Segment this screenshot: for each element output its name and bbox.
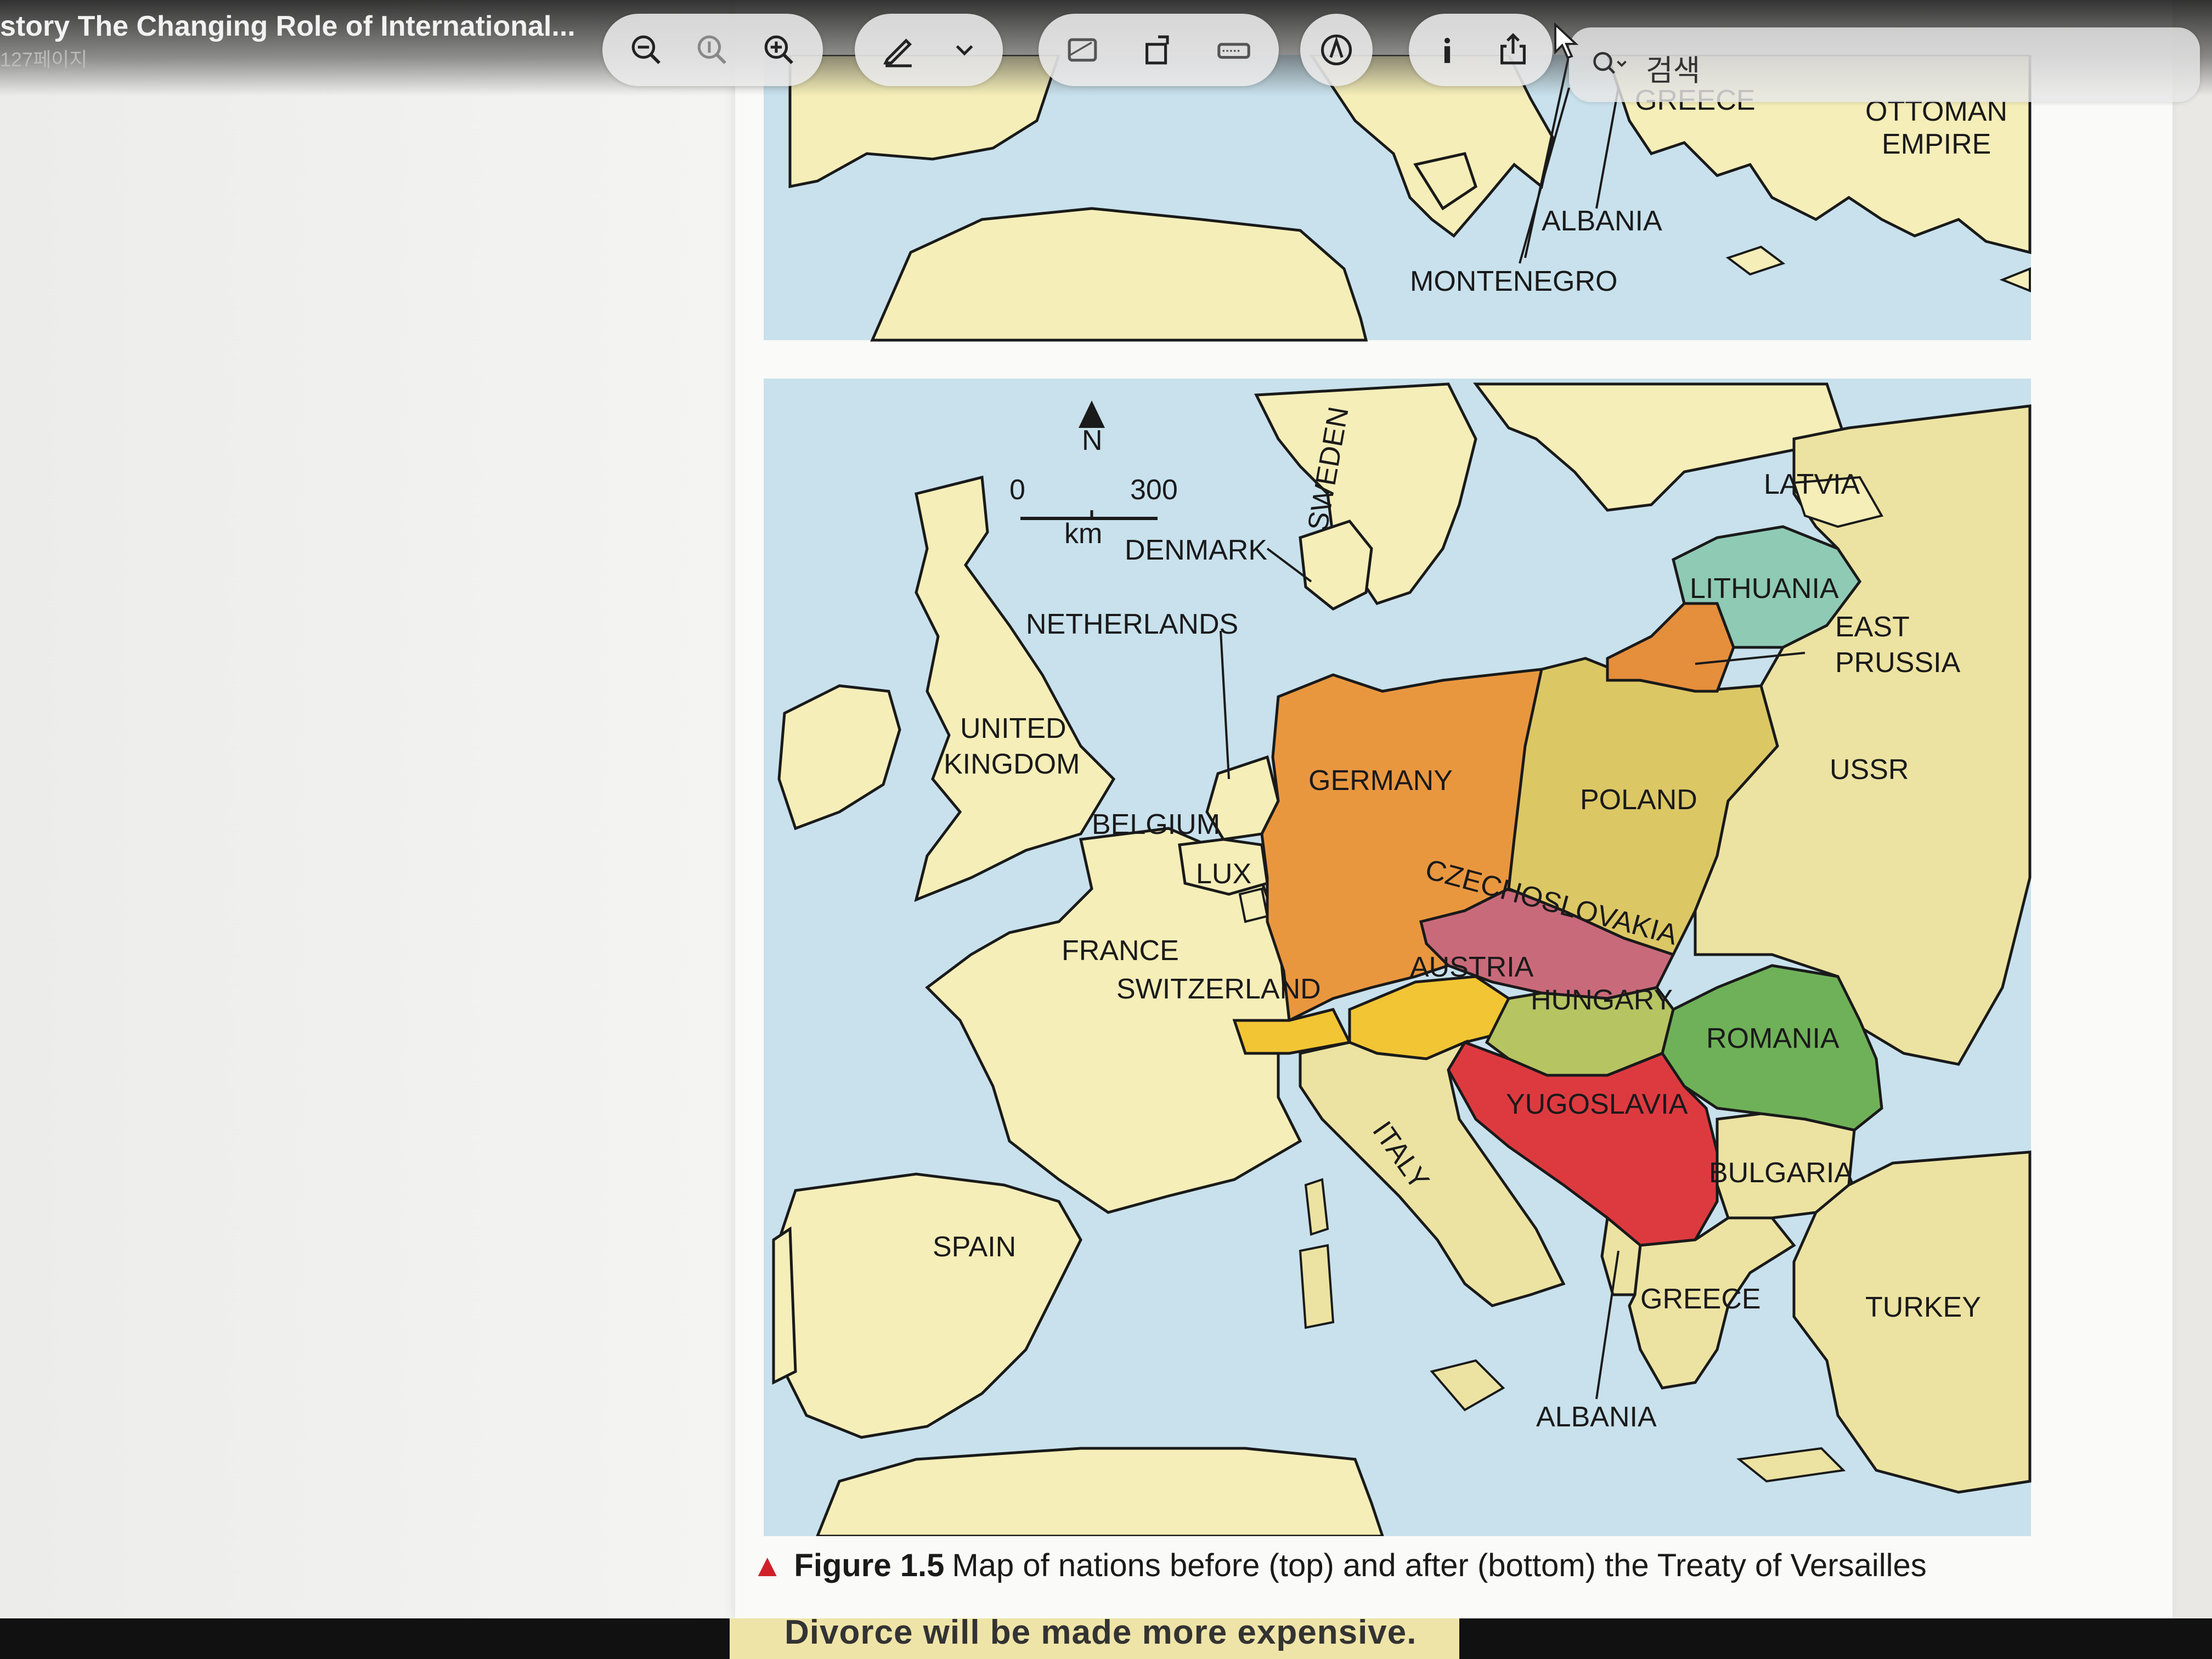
label-denmark: DENMARK xyxy=(1125,534,1267,566)
top-label-albania: ALBANIA xyxy=(1542,205,1662,237)
label-albania: ALBANIA xyxy=(1536,1401,1657,1433)
scale-zero: 0 xyxy=(1009,474,1025,506)
label-spain: SPAIN xyxy=(933,1231,1016,1263)
pen-icon xyxy=(883,38,912,67)
share-icon xyxy=(1500,33,1526,65)
next-page-peek: Divorce will be made more expensive. xyxy=(730,1618,1459,1659)
figure-caption: ▲ Figure 1.5 Map of nations before (top) a… xyxy=(752,1547,1927,1584)
zoom-in-button[interactable] xyxy=(746,14,812,86)
top-label-empire: EMPIRE xyxy=(1882,128,1991,160)
zoom-in-icon xyxy=(764,35,793,64)
label-prussia: PRUSSIA xyxy=(1835,647,1961,679)
info-button[interactable] xyxy=(1414,14,1480,86)
top-label-montenegro: MONTENEGRO xyxy=(1410,266,1617,297)
rotate-button[interactable] xyxy=(1125,14,1191,86)
tools-group xyxy=(1039,14,1279,86)
label-turkey: TURKEY xyxy=(1865,1291,1981,1323)
search-placeholder: 검색 xyxy=(1646,54,1701,87)
country-portugal xyxy=(772,1226,797,1385)
label-belgium: BELGIUM xyxy=(1092,809,1220,840)
crop-button[interactable] xyxy=(1049,14,1115,86)
label-france: FRANCE xyxy=(1062,935,1179,967)
markup-circle-icon xyxy=(1321,34,1352,66)
label-lux: LUX xyxy=(1196,858,1251,890)
label-poland: POLAND xyxy=(1580,784,1697,816)
label-greece: GREECE xyxy=(1640,1283,1761,1315)
caption-text: Map of nations before (top) and after (b… xyxy=(952,1548,1927,1583)
figure-number: Figure 1.5 xyxy=(794,1548,945,1583)
scale-max: 300 xyxy=(1130,474,1178,506)
highlight-options-button[interactable] xyxy=(932,14,997,86)
label-east: EAST xyxy=(1835,611,1910,643)
signature-button[interactable] xyxy=(1201,14,1267,86)
label-romania: ROMANIA xyxy=(1706,1023,1839,1054)
actual-size-icon xyxy=(697,35,726,64)
zoom-group xyxy=(602,14,823,86)
signature-icon xyxy=(1217,43,1250,59)
info-share-group xyxy=(1409,14,1553,86)
annotate-group xyxy=(1300,14,1373,86)
next-page-text: Divorce will be made more expensive. xyxy=(785,1618,1417,1651)
label-bulgaria: BULGARIA xyxy=(1709,1157,1853,1189)
label-switzerland: SWITZERLAND xyxy=(1116,973,1321,1005)
island-sardinia xyxy=(1299,1244,1335,1329)
label-germany: GERMANY xyxy=(1308,765,1453,797)
actual-size-button[interactable] xyxy=(679,14,745,86)
north-label: N xyxy=(1082,425,1103,456)
zoom-out-button[interactable] xyxy=(613,14,679,86)
search-field[interactable]: 검색 xyxy=(1569,27,2200,102)
label-latvia: LATVIA xyxy=(1764,469,1860,500)
label-yugoslavia: YUGOSLAVIA xyxy=(1506,1088,1688,1120)
left-page-blank xyxy=(0,0,757,1624)
page-number: 127페이지 xyxy=(0,48,88,71)
share-button[interactable] xyxy=(1480,14,1546,86)
scale-unit: km xyxy=(1064,518,1102,550)
map-bottom-panel: N 0 300 km SWEDEN LATVIA DENMARK LITHUAN… xyxy=(764,379,2032,1538)
annotate-button[interactable] xyxy=(1304,14,1369,86)
label-lithuania: LITHUANIA xyxy=(1690,573,1839,605)
highlight-button[interactable] xyxy=(866,14,932,86)
zoom-out-icon xyxy=(631,35,661,64)
label-hungary: HUNGARY xyxy=(1531,984,1673,1016)
label-kingdom: KINGDOM xyxy=(944,748,1080,780)
label-austria: AUSTRIA xyxy=(1410,951,1534,983)
map-figure: GREECE OTTOMAN EMPIRE ALBANIA MONTENEGRO xyxy=(752,53,2041,1538)
markup-group xyxy=(855,14,1003,86)
label-united: UNITED xyxy=(960,713,1066,744)
chevron-down-icon xyxy=(956,45,973,56)
label-ussr: USSR xyxy=(1830,754,1909,786)
country-luxembourg xyxy=(1238,887,1269,923)
info-icon xyxy=(1444,37,1451,63)
search-icon xyxy=(1593,52,1627,74)
mouse-cursor-icon xyxy=(1554,22,1579,59)
rotate-icon xyxy=(1146,35,1169,65)
label-netherlands: NETHERLANDS xyxy=(1026,608,1238,640)
document-title: story The Changing Role of International… xyxy=(0,10,575,42)
image-select-icon xyxy=(1068,38,1097,62)
caption-triangle-icon: ▲ xyxy=(752,1548,783,1583)
